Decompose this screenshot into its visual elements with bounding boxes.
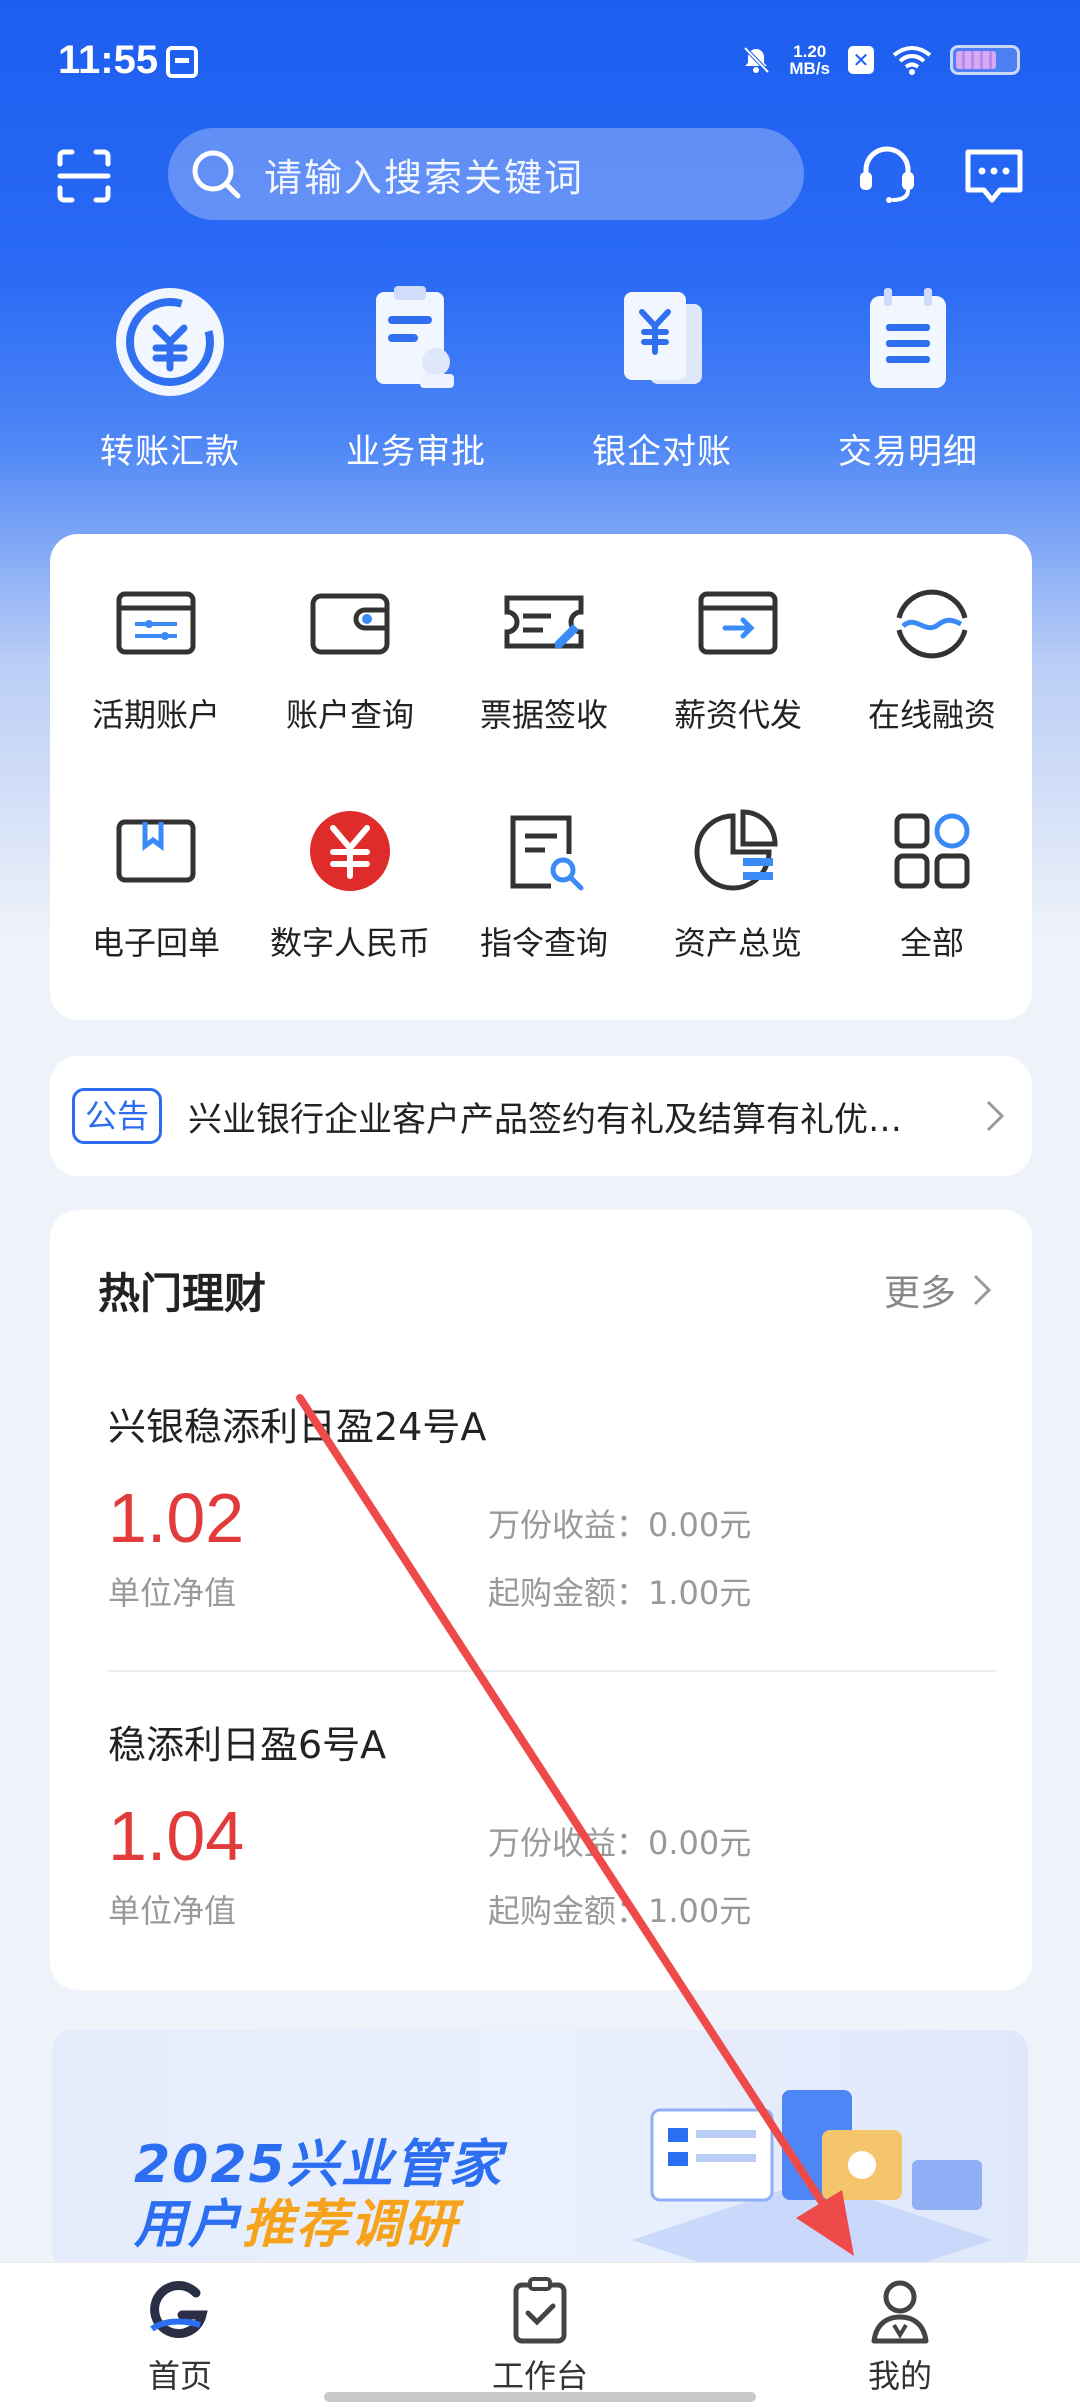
service-bill-sign[interactable]: 票据签收 <box>446 578 642 736</box>
service-asset-overview[interactable]: 资产总览 <box>640 806 836 964</box>
product-gain: 万份收益：0.00元 <box>488 1824 752 1862</box>
customer-service-icon[interactable] <box>856 144 918 204</box>
workbench-icon <box>513 2277 567 2344</box>
product-rate-label: 单位净值 <box>108 1574 237 1612</box>
wealth-title: 热门理财 <box>98 1269 267 1318</box>
product-rate: 1.02 <box>108 1479 245 1557</box>
scan-icon[interactable] <box>56 148 112 204</box>
product-name: 兴银稳添利日盈24号A <box>108 1405 487 1449</box>
status-time: 11:55 <box>58 38 159 82</box>
promo-banner[interactable]: 2025兴业管家 用户推荐调研 <box>52 2030 1028 2270</box>
service-instruction-query[interactable]: 指令查询 <box>446 806 642 964</box>
financing-icon <box>896 589 968 659</box>
service-account-query[interactable]: 账户查询 <box>252 578 448 736</box>
product-item[interactable]: 兴银稳添利日盈24号A 1.02 单位净值 万份收益：0.00元 起购金额：1.… <box>108 1396 996 1656</box>
tab-home[interactable]: 首页 <box>80 2275 280 2397</box>
bill-sign-icon <box>504 595 584 649</box>
product-item[interactable]: 稳添利日盈6号A 1.04 单位净值 万份收益：0.00元 起购金额：1.00元 <box>108 1714 996 1974</box>
current-account-icon <box>116 591 196 655</box>
service-label: 数字人民币 <box>269 924 430 962</box>
product-min-amount: 起购金额：1.00元 <box>488 1892 752 1930</box>
notice-bar[interactable]: 公告 兴业银行企业客户产品签约有礼及结算有礼优… <box>50 1056 1032 1176</box>
quick-actions: 转账汇款 业务审批 银企对账 交易明细 <box>0 282 1080 482</box>
mute-bell-icon <box>741 45 771 75</box>
status-icons: 1.20 MB/s ✕ <box>741 40 1020 80</box>
sim-card-icon <box>166 46 198 78</box>
bottom-tab-bar: 首页 工作台 我的 <box>0 2262 1080 2408</box>
service-label: 指令查询 <box>479 924 608 962</box>
status-bar: 11:55 1.20 MB/s ✕ <box>0 0 1080 130</box>
profile-icon <box>871 2280 929 2344</box>
tab-profile[interactable]: 我的 <box>800 2275 1000 2397</box>
chevron-right-icon <box>973 1274 992 1306</box>
net-speed-unit: MB/s <box>789 59 830 78</box>
notice-text[interactable]: 兴业银行企业客户产品签约有礼及结算有礼优… <box>188 1092 948 1141</box>
quick-action-reconciliation[interactable]: 银企对账 <box>562 282 762 473</box>
service-label: 资产总览 <box>673 924 802 962</box>
all-apps-icon <box>894 813 970 889</box>
x-app-icon: ✕ <box>848 46 874 74</box>
banner-illustration-icon <box>632 2090 992 2270</box>
transfer-icon <box>116 288 224 396</box>
product-rate: 1.04 <box>108 1797 245 1875</box>
product-rate-label: 单位净值 <box>108 1892 237 1930</box>
more-label: 更多 <box>883 1273 956 1314</box>
quick-action-transfer[interactable]: 转账汇款 <box>70 282 270 473</box>
tab-label: 我的 <box>867 2357 932 2395</box>
home-logo-icon <box>150 2281 208 2339</box>
service-payroll[interactable]: 薪资代发 <box>640 578 836 736</box>
search-bar[interactable]: 请输入搜索关键词 <box>168 128 804 220</box>
services-card: 活期账户 账户查询 票据签收 薪资代发 在线融资 电子回单 数字人民币 指令查询… <box>50 534 1032 1020</box>
service-e-receipt[interactable]: 电子回单 <box>58 806 254 964</box>
service-label: 在线融资 <box>867 696 996 734</box>
tab-label: 首页 <box>147 2357 212 2395</box>
product-min-amount: 起购金额：1.00元 <box>488 1574 752 1612</box>
service-digital-rmb[interactable]: 数字人民币 <box>252 806 448 964</box>
wifi-icon <box>892 46 932 75</box>
banner-line2-a: 用户 <box>134 2195 243 2255</box>
wealth-card: 热门理财 更多 兴银稳添利日盈24号A 1.02 单位净值 万份收益：0.00元… <box>50 1210 1032 1990</box>
more-link[interactable]: 更多 <box>884 1264 992 1316</box>
service-label: 电子回单 <box>91 924 220 962</box>
quick-action-transaction-detail[interactable]: 交易明细 <box>808 282 1008 473</box>
product-gain: 万份收益：0.00元 <box>488 1506 752 1544</box>
service-online-financing[interactable]: 在线融资 <box>834 578 1030 736</box>
chevron-right-icon <box>986 1100 1005 1132</box>
banner-line2-b: 推荐调研 <box>242 2195 459 2255</box>
service-label: 活期账户 <box>91 696 220 734</box>
net-speed-value: 1.20 <box>793 42 827 61</box>
instruction-query-icon <box>510 815 584 891</box>
wallet-icon <box>310 593 390 655</box>
net-speed: 1.20 MB/s <box>789 43 830 77</box>
service-label: 账户查询 <box>285 696 414 734</box>
payroll-icon <box>698 591 778 655</box>
approval-icon <box>376 286 454 388</box>
message-icon[interactable] <box>962 146 1026 206</box>
reconciliation-icon <box>624 292 702 384</box>
quick-action-label: 交易明细 <box>838 432 978 472</box>
tab-label: 工作台 <box>491 2357 588 2395</box>
search-input[interactable]: 请输入搜索关键词 <box>264 147 584 202</box>
tab-workbench[interactable]: 工作台 <box>440 2275 640 2397</box>
asset-overview-icon <box>694 809 778 891</box>
home-indicator <box>324 2392 756 2402</box>
transaction-detail-icon <box>870 288 946 388</box>
quick-action-label: 银企对账 <box>592 432 732 472</box>
quick-action-label: 业务审批 <box>346 432 486 472</box>
product-name: 稳添利日盈6号A <box>108 1723 387 1767</box>
banner-title-line2: 用户推荐调研 <box>134 2182 458 2257</box>
digital-rmb-icon <box>310 811 390 891</box>
quick-action-label: 转账汇款 <box>100 432 240 472</box>
battery-icon <box>950 45 1020 75</box>
service-label: 全部 <box>899 924 964 962</box>
service-all[interactable]: 全部 <box>834 806 1030 964</box>
quick-action-approval[interactable]: 业务审批 <box>316 282 516 473</box>
service-current-account[interactable]: 活期账户 <box>58 578 254 736</box>
divider <box>108 1670 996 1672</box>
service-label: 薪资代发 <box>673 696 802 734</box>
e-receipt-icon <box>116 819 196 883</box>
notice-badge: 公告 <box>72 1088 163 1144</box>
search-icon <box>192 150 241 199</box>
service-label: 票据签收 <box>479 696 608 734</box>
